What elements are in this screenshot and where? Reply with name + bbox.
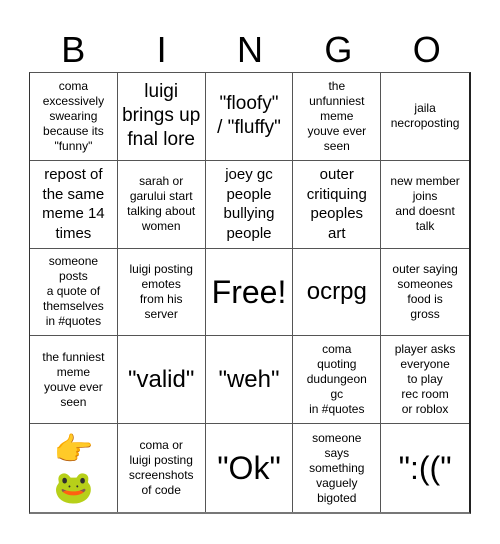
- bingo-cell[interactable]: jaila necroposting: [381, 73, 469, 161]
- header-letter-i: I: [156, 29, 167, 70]
- bingo-cell[interactable]: "floofy" / "fluffy": [205, 73, 294, 161]
- bingo-header: B I N G O: [29, 28, 471, 72]
- bingo-cell[interactable]: the funniest meme youve ever seen: [30, 336, 118, 425]
- bingo-cell[interactable]: coma excessively swearing because its "f…: [30, 73, 118, 161]
- bingo-cell[interactable]: luigi posting emotes from his server: [117, 248, 206, 337]
- header-letter-g: G: [324, 29, 353, 70]
- bingo-board: coma excessively swearing because its "f…: [29, 72, 471, 514]
- bingo-cell[interactable]: player asks everyone to play rec room or…: [381, 336, 469, 425]
- bingo-cell[interactable]: someone says something vaguely bigoted: [293, 424, 382, 512]
- header-letter-b: B: [61, 29, 86, 70]
- bingo-cell[interactable]: repost of the same meme 14 times: [30, 160, 118, 249]
- bingo-cell[interactable]: new member joins and doesnt talk: [381, 161, 469, 249]
- bingo-cell[interactable]: someone posts a quote of themselves in #…: [30, 248, 118, 337]
- bingo-cell[interactable]: coma quoting dudungeon gc in #quotes: [293, 336, 382, 425]
- bingo-cell[interactable]: luigi brings up fnal lore: [117, 73, 206, 161]
- bingo-cell[interactable]: the unfunniest meme youve ever seen: [293, 73, 382, 161]
- header-letter-o: O: [412, 29, 441, 70]
- bingo-cell[interactable]: "Ok": [206, 424, 294, 512]
- emoji-cell[interactable]: 👉 🐸: [30, 424, 118, 512]
- bingo-cell[interactable]: outer saying someones food is gross: [381, 249, 469, 337]
- bingo-cell[interactable]: ocrpg: [293, 248, 382, 337]
- bingo-cell[interactable]: "valid": [117, 336, 206, 425]
- bingo-cell[interactable]: sarah or garului start talking about wom…: [117, 160, 206, 249]
- bingo-cell[interactable]: outer critiquing peoples art: [293, 160, 382, 249]
- header-letter-n: N: [236, 29, 263, 70]
- free-space-cell[interactable]: Free!: [205, 248, 294, 337]
- bingo-cell[interactable]: joey gc people bullying people: [205, 160, 294, 249]
- bingo-cell[interactable]: "weh": [205, 336, 294, 425]
- bingo-cell[interactable]: coma or luigi posting screenshots of cod…: [118, 424, 206, 512]
- bingo-cell[interactable]: ":((": [381, 424, 469, 512]
